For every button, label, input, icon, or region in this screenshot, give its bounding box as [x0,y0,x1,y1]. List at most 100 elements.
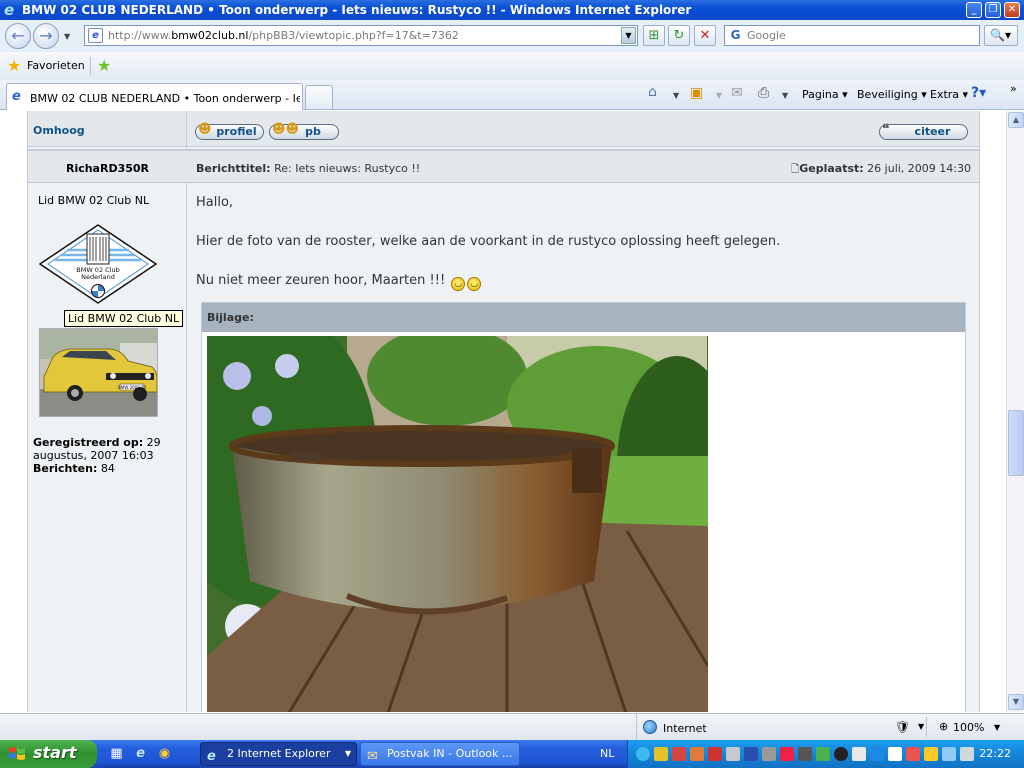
mail-icon[interactable]: ✉ [731,85,743,101]
page-content: Omhoog ☻ profiel ☻☻ pb ❝ citeer RichaRD350R… [0,111,1006,712]
tray-power-icon[interactable] [906,747,920,761]
refresh-button[interactable]: ↻ [668,25,690,46]
favorites-star-icon: ★ [7,56,22,75]
scroll-down-button[interactable]: ▼ [1008,694,1024,710]
minimize-button[interactable]: _ [966,2,982,18]
post-header-row: RichaRD350R Berichttitel: Re: Iets nieuw… [28,151,979,183]
home-icon[interactable]: ⌂ [648,84,657,100]
tray-media-icon[interactable] [780,747,794,761]
tray-safely-remove-icon[interactable] [960,747,974,761]
private-message-button[interactable]: ☻☻ pb [269,122,339,140]
print-icon[interactable]: ⎙ [758,85,769,101]
group-dropdown-arrow: ▼ [344,749,351,758]
forward-button[interactable]: → [33,23,59,49]
tray-drive-icon[interactable] [798,747,812,761]
tray-display-icon[interactable] [888,747,902,761]
home-dropdown[interactable]: ▼ [673,91,679,100]
post-body-line-2: Hier de foto van de rooster, welke aan d… [196,234,781,249]
internet-zone-icon [643,720,657,734]
quick-launch-browser-icon[interactable]: ◉ [156,745,173,762]
tab-page-icon: e [12,89,21,104]
compatibility-view-button[interactable]: ⊞ [643,25,665,46]
address-dropdown-button[interactable]: ▼ [621,27,636,44]
vertical-scrollbar[interactable]: ▲ ▼ [1006,111,1024,712]
tray-update-icon[interactable] [690,747,704,761]
internet-explorer-icon: e [207,749,216,764]
language-indicator[interactable]: NL [600,747,614,760]
start-button[interactable]: start [0,740,97,768]
quote-button[interactable]: ❝ citeer [879,122,968,140]
extra-menu[interactable]: Extra ▾ [930,88,968,101]
attachment-photo[interactable] [207,336,708,712]
zoom-dropdown[interactable]: ▼ [994,723,1000,732]
post-author[interactable]: RichaRD350R [28,162,187,175]
status-separator [926,717,927,737]
address-field[interactable]: e http://www.bmw02club.nl/phpBB3/viewtop… [84,25,638,46]
tray-bluetooth-icon[interactable] [744,747,758,761]
search-button[interactable]: 🔍▾ [984,25,1018,46]
feeds-icon[interactable]: ▣ [690,85,703,101]
favorites-button[interactable]: Favorieten [27,59,85,72]
tray-notification-icon[interactable] [924,747,938,761]
favorites-bar: ★ Favorieten ★ [0,52,1024,80]
back-button[interactable]: ← [5,23,31,49]
taskbar-button-internet-explorer[interactable]: e 2 Internet Explorer ▼ [200,742,357,766]
google-icon: G [730,28,741,42]
system-tray: 22:22 [627,740,1024,768]
taskbar-button-outlook[interactable]: ✉ Postvak IN - Outlook ... [360,742,520,766]
tray-network-icon[interactable] [636,747,650,761]
scroll-thumb[interactable] [1008,410,1024,476]
title-bar: e BMW 02 CLUB NEDERLAND • Toon onderwerp… [0,0,1024,20]
quick-launch-ie-icon[interactable]: e [132,745,149,762]
new-tab-button[interactable] [305,85,333,109]
security-zone: Internet [636,714,886,740]
start-label: start [33,743,77,762]
address-toolbar: ← → ▼ e http://www.bmw02club.nl/phpBB3/v… [0,20,1024,52]
protected-mode-icon[interactable]: 🛡 [895,720,910,734]
scroll-up-button[interactable]: ▲ [1008,112,1024,128]
user-rank: Lid BMW 02 Club NL [38,194,150,207]
attachment-header: Bijlage: [202,303,965,332]
clock: 22:22 [979,747,1011,760]
tab-current[interactable]: e BMW 02 CLUB NEDERLAND • Toon onderwerp… [6,83,303,110]
maximize-button[interactable]: ❐ [985,2,1001,18]
protected-mode-dropdown[interactable]: ▼ [918,722,924,731]
tab-label: BMW 02 CLUB NEDERLAND • Toon onderwerp -… [30,92,300,105]
window-title: BMW 02 CLUB NEDERLAND • Toon onderwerp -… [22,3,692,17]
tray-settings-icon[interactable] [852,747,866,761]
security-menu[interactable]: Beveiliging ▾ [857,88,927,101]
help-icon[interactable]: ?▾ [971,85,986,101]
tray-app-icon[interactable] [762,747,776,761]
page-menu[interactable]: Pagina ▾ [802,88,848,101]
post-subject: Berichttitel: Re: Iets nieuws: Rustyco !… [196,162,421,175]
tray-device-icon[interactable] [726,747,740,761]
post-body-line-3: Nu niet meer zeuren hoor, Maarten !!! ◡ ◡ [196,273,482,291]
stop-button[interactable]: ✕ [694,25,716,46]
user-registration-info: Geregistreerd op: 29 augustus, 2007 16:0… [33,436,161,475]
close-button[interactable]: ✕ [1004,2,1020,18]
tray-sync-icon[interactable] [816,747,830,761]
toolbar-overflow-chevron[interactable]: » [1010,82,1017,95]
quote-icon: ❝ [882,122,890,137]
tray-antivirus-icon[interactable] [672,747,686,761]
forum-post-table: Omhoog ☻ profiel ☻☻ pb ❝ citeer RichaRD350R… [27,111,980,712]
post-icon[interactable]: 🗋 [791,164,799,175]
attachment-box: Bijlage: [201,302,966,712]
tray-messenger-icon[interactable] [870,747,884,761]
tray-volume-icon[interactable] [942,747,956,761]
profile-button[interactable]: ☻ profiel [195,123,264,140]
tray-security-shield-icon[interactable] [654,747,668,761]
search-field[interactable]: G Google [724,25,980,46]
page-icon: e [88,28,103,43]
add-favorite-icon[interactable]: ★ [97,56,111,75]
post-body-line-1: Hallo, [196,195,234,210]
zoom-level[interactable]: 100% [953,721,984,734]
tray-player-icon[interactable] [834,747,848,761]
print-dropdown[interactable]: ▼ [782,91,788,100]
users-icon: ☻☻ [272,122,300,137]
address-url[interactable]: http://www.bmw02club.nl/phpBB3/viewtopic… [108,29,459,42]
show-desktop-icon[interactable]: ▦ [108,745,125,762]
recent-pages-dropdown[interactable]: ▼ [64,32,70,41]
status-bar: Internet 🛡 ▼ ⊕ 100% ▼ [0,713,1024,740]
tray-alert-icon[interactable] [708,747,722,761]
